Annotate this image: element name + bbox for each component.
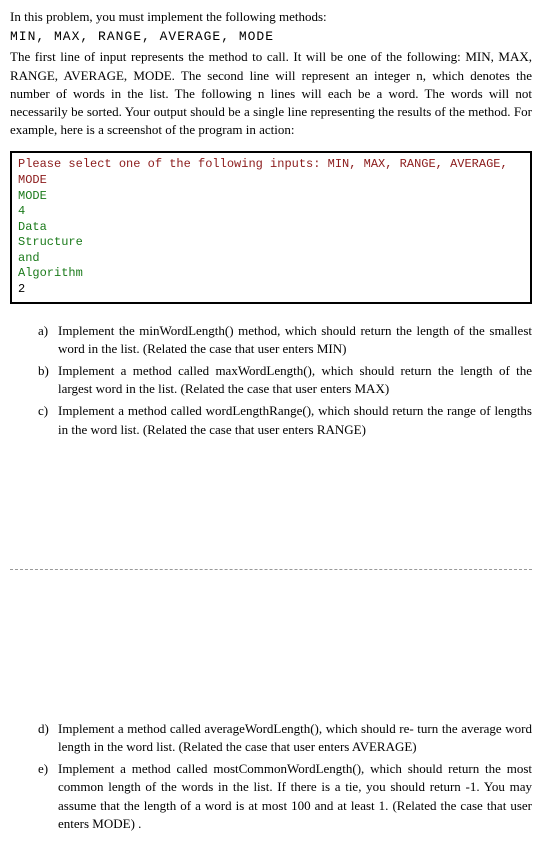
list-text: Implement a method called mostCommonWord… [58,760,532,833]
intro-paragraph: The first line of input represents the m… [10,48,532,139]
list-marker: d) [38,720,58,756]
code-screenshot-box: Please select one of the following input… [10,151,532,303]
list-item-e: e) Implement a method called mostCommonW… [38,760,532,833]
code-input-line: 4 [18,204,524,220]
intro-line-1: In this problem, you must implement the … [10,8,532,26]
list-text: Implement a method called maxWordLength(… [58,362,532,398]
page-separator [10,569,532,570]
list-text: Implement a method called averageWordLen… [58,720,532,756]
code-input-line: Data [18,220,524,236]
list-item-a: a) Implement the minWordLength() method,… [38,322,532,358]
code-input-line: and [18,251,524,267]
list-text: Implement the minWordLength() method, wh… [58,322,532,358]
list-item-c: c) Implement a method called wordLengthR… [38,402,532,438]
intro-methods: MIN, MAX, RANGE, AVERAGE, MODE [10,28,532,46]
list-marker: e) [38,760,58,833]
list-marker: b) [38,362,58,398]
list-text: Implement a method called wordLengthRang… [58,402,532,438]
code-output-line: 2 [18,282,524,298]
list-item-d: d) Implement a method called averageWord… [38,720,532,756]
code-prompt: Please select one of the following input… [18,157,524,188]
list-marker: c) [38,402,58,438]
list-item-b: b) Implement a method called maxWordLeng… [38,362,532,398]
code-input-line: Algorithm [18,266,524,282]
list-marker: a) [38,322,58,358]
list-bottom: d) Implement a method called averageWord… [10,720,532,833]
code-input-line: MODE [18,189,524,205]
list-top: a) Implement the minWordLength() method,… [10,322,532,439]
code-input-line: Structure [18,235,524,251]
